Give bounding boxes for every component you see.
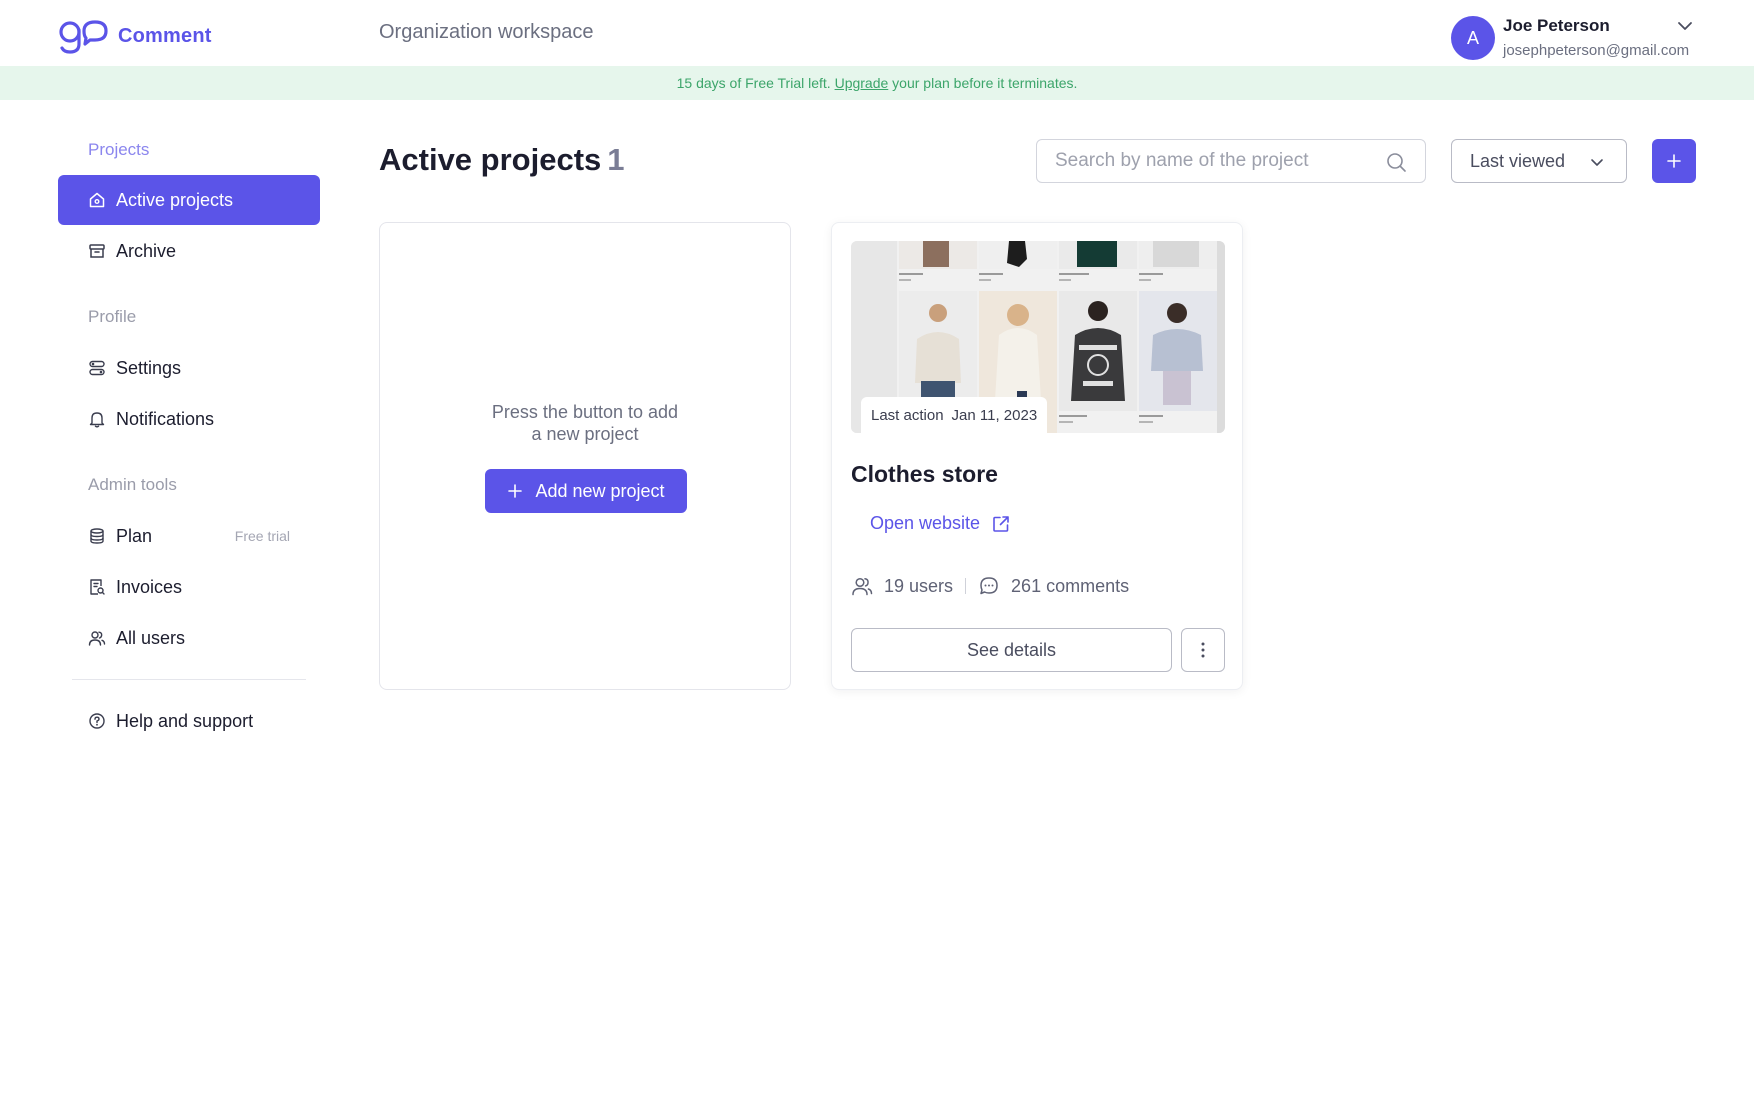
sidebar-item-notifications[interactable]: Notifications bbox=[58, 394, 320, 444]
add-new-project-button[interactable]: Add new project bbox=[485, 469, 687, 513]
comment-icon bbox=[980, 577, 998, 595]
sidebar-divider bbox=[72, 679, 306, 680]
top-header: Comment Organization workspace A Joe Pet… bbox=[0, 0, 1754, 66]
trial-banner-suffix: your plan before it terminates. bbox=[892, 75, 1078, 91]
empty-hint-line1: Press the button to add bbox=[491, 402, 679, 422]
see-details-button[interactable]: See details bbox=[851, 628, 1172, 672]
search-icon[interactable] bbox=[1385, 151, 1407, 173]
users-count: 19 users bbox=[884, 575, 954, 596]
project-count: 1 bbox=[607, 142, 625, 177]
trial-banner: 15 days of Free Trial left. Upgrade your… bbox=[0, 66, 1754, 100]
sidebar-item-settings[interactable]: Settings bbox=[58, 343, 320, 393]
chevron-down-icon bbox=[1591, 159, 1603, 166]
database-icon bbox=[88, 527, 106, 545]
more-vertical-icon bbox=[1201, 642, 1205, 658]
sidebar-item-label: Help and support bbox=[116, 710, 254, 731]
user-menu[interactable]: A Joe Peterson josephpeterson@gmail.com bbox=[1451, 14, 1695, 60]
plus-icon bbox=[508, 484, 523, 498]
sort-value: Last viewed bbox=[1470, 150, 1566, 171]
trial-banner-prefix: 15 days of Free Trial left. bbox=[676, 75, 831, 91]
empty-hint: Press the button to add a new project bbox=[380, 401, 790, 445]
stats-divider bbox=[965, 578, 967, 594]
upgrade-link[interactable]: Upgrade bbox=[835, 75, 889, 91]
plan-badge: Free trial bbox=[234, 528, 290, 544]
sidebar-heading-profile: Profile bbox=[88, 307, 137, 326]
last-action-badge: Last action Jan 11, 2023 bbox=[861, 397, 1048, 433]
user-email: josephpeterson@gmail.com bbox=[1503, 42, 1690, 59]
users-icon bbox=[88, 629, 106, 647]
empty-hint-line2: a new project bbox=[531, 424, 639, 444]
more-options-button[interactable] bbox=[1181, 628, 1225, 672]
sidebar-item-label: All users bbox=[116, 627, 186, 648]
sidebar-item-label: Active projects bbox=[116, 189, 234, 210]
sidebar-item-all-users[interactable]: All users bbox=[58, 613, 320, 663]
logo-text: Comment bbox=[118, 24, 212, 47]
app-logo[interactable]: Comment bbox=[58, 18, 212, 54]
settings-sliders-icon bbox=[88, 359, 106, 377]
help-circle-icon bbox=[88, 712, 106, 730]
sidebar-item-plan[interactable]: Plan Free trial bbox=[58, 511, 320, 561]
add-project-button[interactable] bbox=[1652, 139, 1696, 183]
page-title-text: Active projects bbox=[379, 142, 602, 177]
bell-icon bbox=[88, 410, 106, 428]
sidebar-item-label: Settings bbox=[116, 357, 182, 378]
sidebar-item-help[interactable]: Help and support bbox=[58, 696, 320, 746]
sidebar-item-label: Plan bbox=[116, 525, 153, 546]
add-new-project-label: Add new project bbox=[535, 480, 665, 501]
chevron-down-icon[interactable] bbox=[1675, 16, 1695, 36]
sidebar-heading-admin: Admin tools bbox=[88, 475, 177, 494]
user-name: Joe Peterson bbox=[1503, 16, 1610, 35]
open-website-link[interactable]: Open website bbox=[870, 513, 1011, 534]
invoice-search-icon bbox=[88, 578, 106, 596]
plus-icon bbox=[1667, 154, 1681, 168]
project-stats: 19 users 261 comments bbox=[851, 575, 1129, 597]
comments-count: 261 comments bbox=[1011, 575, 1130, 596]
sidebar-item-invoices[interactable]: Invoices bbox=[58, 562, 320, 612]
last-action-date: Jan 11, 2023 bbox=[951, 406, 1038, 424]
sidebar-item-label: Invoices bbox=[116, 576, 183, 597]
workspace-label: Organization workspace bbox=[379, 21, 594, 43]
sort-dropdown[interactable]: Last viewed bbox=[1451, 139, 1627, 183]
project-thumbnail[interactable]: Last action Jan 11, 2023 bbox=[851, 241, 1225, 433]
sidebar-item-label: Archive bbox=[116, 240, 177, 261]
archive-icon bbox=[88, 242, 106, 260]
sidebar-item-archive[interactable]: Archive bbox=[58, 226, 320, 276]
new-project-card: Press the button to add a new project Ad… bbox=[379, 222, 791, 690]
see-details-label: See details bbox=[966, 639, 1057, 660]
project-title: Clothes store bbox=[851, 461, 998, 487]
sidebar-item-label: Notifications bbox=[116, 408, 215, 429]
home-icon bbox=[88, 191, 106, 209]
project-card[interactable]: Last action Jan 11, 2023 Clothes store O… bbox=[831, 222, 1243, 690]
search-input[interactable] bbox=[1055, 140, 1385, 182]
project-search bbox=[1036, 139, 1426, 183]
sidebar-heading-projects: Projects bbox=[88, 140, 150, 159]
open-website-label: Open website bbox=[870, 513, 981, 533]
users-icon bbox=[852, 577, 873, 596]
avatar-initial: A bbox=[1466, 27, 1479, 48]
last-action-label: Last action bbox=[871, 406, 944, 424]
external-link-icon bbox=[993, 515, 1009, 532]
sidebar-item-active-projects[interactable]: Active projects bbox=[58, 175, 320, 225]
page-title: Active projects 1 bbox=[379, 142, 625, 178]
avatar[interactable]: A bbox=[1451, 16, 1495, 60]
logo-mark-icon bbox=[59, 20, 108, 54]
